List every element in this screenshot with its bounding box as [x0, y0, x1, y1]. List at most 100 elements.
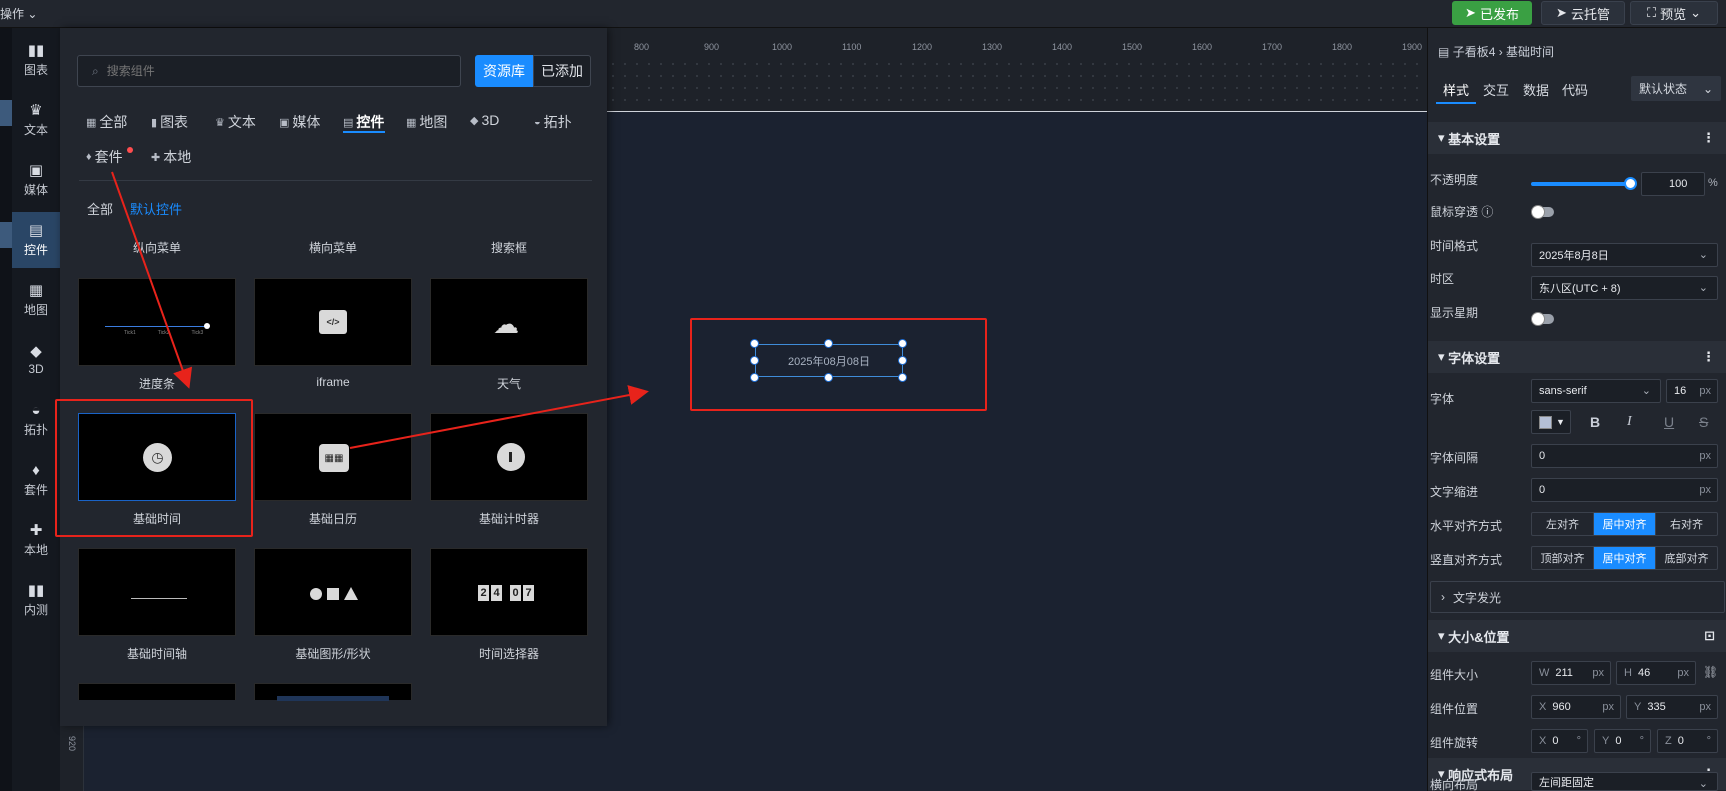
- width-input[interactable]: W 211 px: [1531, 661, 1611, 685]
- resize-handle[interactable]: [750, 373, 759, 382]
- category-topology[interactable]: ◒ 拓扑: [534, 112, 572, 132]
- category-all[interactable]: ▦ 全部: [86, 112, 127, 132]
- tab-interaction[interactable]: 交互: [1483, 80, 1509, 99]
- letter-spacing-label: 字体间隔: [1430, 451, 1479, 465]
- card-partial[interactable]: [254, 683, 412, 701]
- strikethrough-icon[interactable]: S: [1699, 414, 1708, 430]
- horizontal-layout-select[interactable]: 左间距固定 ⌄: [1531, 772, 1718, 791]
- nav-item-local[interactable]: ✚ 本地: [12, 512, 60, 568]
- card-basic-time[interactable]: ◷: [78, 413, 236, 501]
- resize-handle[interactable]: [750, 356, 759, 365]
- nav-item-media[interactable]: ▣ 媒体: [12, 152, 60, 208]
- opacity-input[interactable]: 100: [1641, 172, 1705, 196]
- italic-icon[interactable]: I: [1627, 414, 1632, 430]
- nav-item-topology[interactable]: ◒ 拓扑: [12, 392, 60, 448]
- category-kit[interactable]: ♦ 套件: [86, 147, 123, 167]
- font-color-picker[interactable]: ▼: [1531, 410, 1571, 434]
- y-position-input[interactable]: Y 335 px: [1626, 695, 1718, 719]
- align-right-option[interactable]: 右对齐: [1656, 513, 1717, 535]
- align-bottom-option[interactable]: 底部对齐: [1656, 547, 1717, 569]
- resize-handle[interactable]: [824, 339, 833, 348]
- card-iframe[interactable]: </>: [254, 278, 412, 366]
- nav-item-map[interactable]: ▦ 地图: [12, 272, 60, 328]
- operation-menu[interactable]: 操作 ⌄: [0, 5, 37, 22]
- resize-handle[interactable]: [898, 373, 907, 382]
- category-map[interactable]: ▦ 地图: [406, 112, 447, 132]
- more-icon[interactable]: ⋮: [1702, 130, 1715, 146]
- card-basic-timer[interactable]: [430, 413, 588, 501]
- opacity-slider-thumb[interactable]: [1624, 177, 1637, 190]
- ruler-tick: 1600: [1192, 42, 1213, 52]
- nav-item-3d[interactable]: ◆ 3D: [12, 332, 60, 388]
- height-input[interactable]: H 46 px: [1616, 661, 1696, 685]
- align-center-option[interactable]: 居中对齐: [1594, 513, 1656, 535]
- preview-button[interactable]: ⛶ 预览 ⌄: [1630, 1, 1718, 25]
- category-control[interactable]: ▤ 控件: [343, 112, 384, 132]
- rotation-x-input[interactable]: X 0 °: [1531, 729, 1588, 753]
- font-family-select[interactable]: sans-serif ⌄: [1531, 379, 1661, 403]
- font-label: 字体: [1430, 392, 1455, 406]
- nav-item-text[interactable]: ♛ 文本: [12, 92, 60, 148]
- tab-style[interactable]: 样式: [1443, 80, 1469, 99]
- lock-icon[interactable]: ⊡: [1704, 628, 1715, 644]
- align-left-option[interactable]: 左对齐: [1532, 513, 1594, 535]
- resize-handle[interactable]: [898, 356, 907, 365]
- search-box: ⌕: [77, 55, 461, 87]
- link-icon[interactable]: ⛓: [1703, 665, 1718, 679]
- category-3d[interactable]: ◆ 3D: [470, 112, 499, 128]
- card-weather[interactable]: ☁: [430, 278, 588, 366]
- cloud-hosting-button[interactable]: ➤ 云托管: [1541, 1, 1625, 25]
- bold-icon[interactable]: B: [1590, 414, 1600, 430]
- card-partial[interactable]: [78, 683, 236, 700]
- mouse-through-toggle[interactable]: [1531, 205, 1554, 219]
- control-icon: ▤: [28, 221, 44, 239]
- added-button[interactable]: 已添加: [533, 55, 591, 87]
- opacity-slider[interactable]: [1531, 182, 1631, 186]
- category-chart[interactable]: ▮ 图表: [151, 112, 188, 132]
- time-format-select[interactable]: 2025年8月8日 ⌄: [1531, 243, 1718, 267]
- rotation-y-input[interactable]: Y 0 °: [1594, 729, 1651, 753]
- section-basic[interactable]: ▾ 基本设置 ⋮: [1428, 122, 1726, 154]
- resource-library-button[interactable]: 资源库: [475, 55, 533, 87]
- category-local[interactable]: ✚ 本地: [151, 147, 191, 167]
- nav-item-chart[interactable]: ▮▮ 图表: [12, 32, 60, 88]
- section-font[interactable]: ▾ 字体设置 ⋮: [1428, 341, 1726, 373]
- state-select[interactable]: 默认状态 ⌄: [1631, 76, 1721, 101]
- publish-button[interactable]: ➤ 已发布: [1452, 1, 1532, 25]
- card-progress-bar[interactable]: Tick1 Tick2 Tick3: [78, 278, 236, 366]
- underline-icon[interactable]: U: [1664, 414, 1674, 430]
- category-media[interactable]: ▣ 媒体: [279, 112, 320, 132]
- subfilter-all[interactable]: 全部: [87, 199, 113, 218]
- nav-item-control[interactable]: ▤ 控件: [12, 212, 60, 268]
- resize-handle[interactable]: [750, 339, 759, 348]
- section-size-position[interactable]: ▾ 大小&位置 ⊡: [1428, 620, 1726, 652]
- tab-code[interactable]: 代码: [1562, 80, 1588, 99]
- more-icon[interactable]: ⋮: [1702, 349, 1715, 365]
- resize-handle[interactable]: [824, 373, 833, 382]
- align-middle-option[interactable]: 居中对齐: [1594, 547, 1656, 569]
- x-position-input[interactable]: X 960 px: [1531, 695, 1621, 719]
- nav-item-beta[interactable]: ▮▮ 内测: [12, 572, 60, 628]
- show-week-toggle[interactable]: [1531, 312, 1554, 326]
- nav-item-kit[interactable]: ♦ 套件: [12, 452, 60, 508]
- font-size-input[interactable]: 16 px: [1666, 379, 1718, 403]
- media-icon: ▣: [279, 116, 290, 129]
- subfilter-default-controls[interactable]: 默认控件: [130, 199, 182, 218]
- card-basic-timeline[interactable]: [78, 548, 236, 636]
- timezone-select[interactable]: 东八区(UTC + 8) ⌄: [1531, 276, 1718, 300]
- search-input[interactable]: [106, 64, 427, 78]
- text-glow-collapse[interactable]: › 文字发光: [1430, 581, 1725, 613]
- card-time-picker[interactable]: 2 4 0 7: [430, 548, 588, 636]
- card-label: 基础时间轴: [126, 647, 187, 661]
- card-basic-calendar[interactable]: ▦▦: [254, 413, 412, 501]
- text-indent-input[interactable]: 0 px: [1531, 478, 1718, 502]
- tick-label: Tick2: [157, 330, 170, 336]
- tab-data[interactable]: 数据: [1523, 80, 1549, 99]
- breadcrumb-parent[interactable]: 子看板4: [1453, 45, 1496, 59]
- rotation-z-input[interactable]: Z 0 °: [1657, 729, 1718, 753]
- align-top-option[interactable]: 顶部对齐: [1532, 547, 1594, 569]
- card-basic-shapes[interactable]: [254, 548, 412, 636]
- category-text[interactable]: ♛ 文本: [215, 112, 256, 132]
- resize-handle[interactable]: [898, 339, 907, 348]
- letter-spacing-input[interactable]: 0 px: [1531, 444, 1718, 468]
